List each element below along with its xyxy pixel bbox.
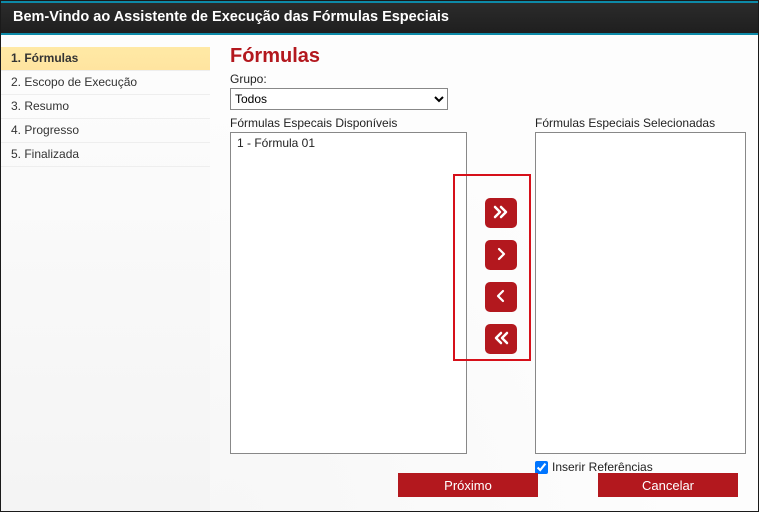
double-chevron-left-icon [492,331,510,348]
window-title-text: Bem-Vindo ao Assistente de Execução das … [13,9,449,25]
wizard-window: Bem-Vindo ao Assistente de Execução das … [0,0,759,512]
next-button[interactable]: Próximo [398,473,538,497]
step-label: 3. Resumo [11,99,69,113]
step-formulas[interactable]: 1. Fórmulas [1,47,210,71]
window-body: 1. Fórmulas 2. Escopo de Execução 3. Res… [1,35,758,511]
remove-all-button[interactable] [485,324,517,354]
list-item[interactable]: 1 - Fórmula 01 [235,135,462,151]
step-label: 2. Escopo de Execução [11,75,137,89]
footer-buttons: Próximo Cancelar [398,473,738,497]
step-finalizada[interactable]: 5. Finalizada [1,143,210,167]
selected-listbox[interactable] [535,132,746,454]
page-title: Fórmulas [230,45,746,68]
add-all-button[interactable] [485,198,517,228]
step-resumo[interactable]: 3. Resumo [1,95,210,119]
remove-one-button[interactable] [485,282,517,312]
lists-row: Fórmulas Especais Disponíveis 1 - Fórmul… [230,116,746,474]
cancel-button[interactable]: Cancelar [598,473,738,497]
step-label: 1. Fórmulas [11,51,78,65]
insert-refs-checkbox[interactable] [535,461,548,474]
insert-refs-label: Inserir Referências [552,460,653,474]
group-select[interactable]: Todos [230,88,448,110]
step-progresso[interactable]: 4. Progresso [1,119,210,143]
available-column: Fórmulas Especais Disponíveis 1 - Fórmul… [230,116,467,454]
step-label: 4. Progresso [11,123,79,137]
steps-sidebar: 1. Fórmulas 2. Escopo de Execução 3. Res… [1,35,210,511]
window-title: Bem-Vindo ao Assistente de Execução das … [1,1,758,35]
main-panel: Fórmulas Grupo: Todos Fórmulas Especais … [210,35,758,511]
selected-column: Fórmulas Especiais Selecionadas Inserir … [535,116,746,474]
group-row: Grupo: Todos [230,72,746,110]
chevron-right-icon [494,247,508,264]
chevron-left-icon [494,289,508,306]
group-label: Grupo: [230,72,267,86]
transfer-buttons [481,136,521,354]
add-one-button[interactable] [485,240,517,270]
insert-refs-row: Inserir Referências [535,460,746,474]
step-label: 5. Finalizada [11,147,79,161]
available-label: Fórmulas Especais Disponíveis [230,116,467,130]
step-escopo[interactable]: 2. Escopo de Execução [1,71,210,95]
available-listbox[interactable]: 1 - Fórmula 01 [230,132,467,454]
selected-label: Fórmulas Especiais Selecionadas [535,116,746,130]
double-chevron-right-icon [492,205,510,222]
